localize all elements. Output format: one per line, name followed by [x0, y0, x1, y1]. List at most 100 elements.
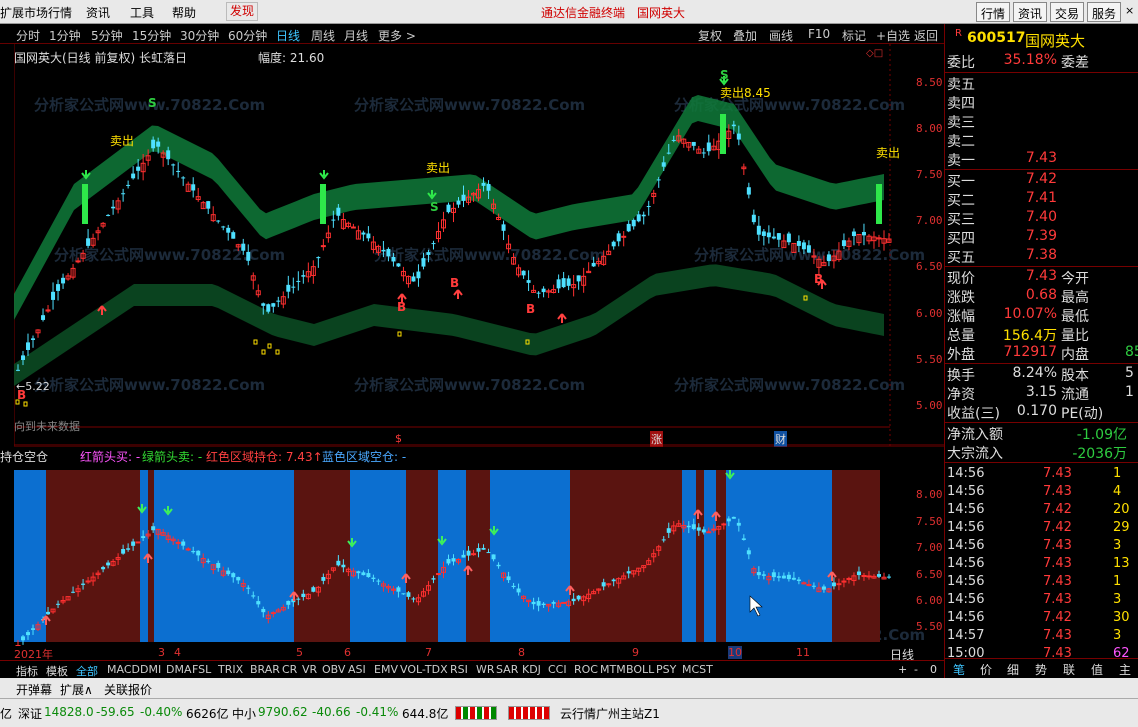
- menu-item-discover[interactable]: 发现: [226, 2, 259, 21]
- menu-item-ext-market[interactable]: 扩展市场行情: [0, 4, 72, 21]
- period-5min[interactable]: 5分钟: [91, 27, 123, 44]
- expand-button[interactable]: 扩展∧: [60, 681, 93, 698]
- zoom-in-button[interactable]: +: [898, 663, 907, 676]
- ask-row[interactable]: 卖三: [947, 112, 1137, 131]
- related-quote-button[interactable]: 关联报价: [104, 681, 152, 698]
- flow-row: 大宗流入 -2036万: [947, 443, 1137, 462]
- tab-main[interactable]: 主: [1119, 661, 1131, 678]
- tab-value[interactable]: 值: [1091, 661, 1103, 678]
- menu-item-tools[interactable]: 工具: [130, 4, 154, 21]
- sub-candle-body: [856, 571, 861, 576]
- news-button[interactable]: 资讯: [1013, 2, 1048, 22]
- period-15min[interactable]: 15分钟: [132, 27, 171, 44]
- danmaku-button[interactable]: 开弹幕: [16, 681, 52, 698]
- event-marker-finance[interactable]: 财: [774, 431, 787, 447]
- adjust-button[interactable]: 复权: [698, 27, 722, 44]
- tab-trade-detail[interactable]: 笔: [953, 661, 965, 678]
- ask-row[interactable]: 卖一 7.43: [947, 150, 1137, 169]
- tab-kdj[interactable]: KDJ: [522, 663, 541, 676]
- tab-brar[interactable]: BRAR: [250, 663, 280, 676]
- tab-indicator[interactable]: 指标: [16, 663, 38, 679]
- tab-roc[interactable]: ROC: [574, 663, 598, 676]
- add-watchlist-button[interactable]: +自选: [876, 27, 910, 44]
- ask-row[interactable]: 卖二: [947, 131, 1137, 150]
- event-marker-limitup[interactable]: 涨: [650, 431, 663, 447]
- period-fenshi[interactable]: 分时: [16, 27, 40, 44]
- tab-trix[interactable]: TRIX: [218, 663, 243, 676]
- tab-cci[interactable]: CCI: [548, 663, 567, 676]
- sub-candle-body: [411, 598, 416, 600]
- position-indicator-chart[interactable]: 持仓空仓 红箭头买: - 绿箭头卖: - 红色区域持仓: 7.43↑ 蓝色区域空…: [0, 446, 944, 646]
- stat-value: 156.4万: [1002, 328, 1057, 344]
- period-1min[interactable]: 1分钟: [49, 27, 81, 44]
- tab-boll[interactable]: BOLL: [626, 663, 654, 676]
- tab-related[interactable]: 联: [1063, 661, 1075, 678]
- zoom-reset-button[interactable]: 0: [930, 663, 937, 676]
- service-button[interactable]: 服务: [1087, 2, 1122, 22]
- period-weekly[interactable]: 周线: [311, 27, 335, 44]
- event-marker-dollar[interactable]: $: [395, 432, 402, 445]
- bid-row[interactable]: 买一 7.42: [947, 171, 1137, 190]
- menu-item-help[interactable]: 帮助: [172, 4, 196, 21]
- overlay-button[interactable]: 叠加: [733, 27, 757, 44]
- menu-item-news[interactable]: 资讯: [86, 4, 110, 21]
- tab-emv[interactable]: EMV: [374, 663, 398, 676]
- sub-candle-body: [511, 585, 516, 588]
- b-marker: B: [397, 300, 407, 314]
- bid-row[interactable]: 买二 7.41: [947, 190, 1137, 209]
- period-60min[interactable]: 60分钟: [228, 27, 267, 44]
- tab-wr[interactable]: WR: [476, 663, 495, 676]
- tab-trend[interactable]: 势: [1035, 661, 1047, 678]
- legend-blue-zone: 蓝色区域空仓: -: [322, 450, 407, 464]
- tab-dma[interactable]: DMA: [166, 663, 192, 676]
- tab-obv[interactable]: OBV: [322, 663, 345, 676]
- tab-fsl[interactable]: FSL: [192, 663, 211, 676]
- tick-list[interactable]: 14:56 7.43 1 14:56 7.43 4 14:56 7.42 20 14:56 7.42…: [945, 466, 1138, 666]
- f10-button[interactable]: F10: [808, 27, 830, 41]
- tab-psy[interactable]: PSY: [656, 663, 676, 676]
- tab-vr[interactable]: VR: [302, 663, 317, 676]
- close-icon[interactable]: ×: [1125, 4, 1134, 20]
- tab-cr[interactable]: CR: [282, 663, 297, 676]
- bid-row[interactable]: 买三 7.40: [947, 209, 1137, 228]
- server-station[interactable]: 云行情广州主站Z1: [560, 705, 660, 722]
- quote-button[interactable]: 行情: [976, 2, 1011, 22]
- sz-value: 14828.0: [44, 705, 94, 719]
- tab-macd[interactable]: MACD: [107, 663, 140, 676]
- tab-asi[interactable]: ASI: [348, 663, 366, 676]
- trade-button[interactable]: 交易: [1050, 2, 1085, 22]
- mark-button[interactable]: 标记: [842, 27, 866, 44]
- bid-row[interactable]: 买五 7.38: [947, 247, 1137, 266]
- sz-label[interactable]: 深证: [18, 705, 42, 722]
- tab-detail[interactable]: 细: [1007, 661, 1019, 678]
- tab-sar[interactable]: SAR: [496, 663, 518, 676]
- draw-button[interactable]: 画线: [769, 27, 793, 44]
- candle-body: [206, 201, 211, 209]
- period-30min[interactable]: 30分钟: [180, 27, 219, 44]
- zoom-out-button[interactable]: -: [914, 663, 918, 676]
- period-more[interactable]: 更多 >: [378, 27, 416, 44]
- sub-candle-body: [251, 595, 256, 597]
- ask-row[interactable]: 卖四: [947, 93, 1137, 112]
- tab-mcst[interactable]: MCST: [682, 663, 713, 676]
- sub-candle-body: [696, 527, 701, 531]
- tab-dmi[interactable]: DMI: [140, 663, 161, 676]
- signal-bar: [82, 184, 88, 224]
- stat-row: 涨跌 0.68 最高: [947, 287, 1137, 306]
- tab-all[interactable]: 全部: [76, 663, 98, 679]
- tab-price[interactable]: 价: [980, 661, 992, 678]
- tab-template[interactable]: 模板: [46, 663, 68, 679]
- tab-rsi[interactable]: RSI: [450, 663, 468, 676]
- bid-row[interactable]: 买四 7.39: [947, 228, 1137, 247]
- date-label: 6: [344, 646, 351, 659]
- period-daily[interactable]: 日线: [276, 27, 300, 44]
- tab-vol-tdx[interactable]: VOL-TDX: [400, 663, 448, 676]
- diamond-icon[interactable]: ◇□: [866, 48, 883, 59]
- ask-row[interactable]: 卖五: [947, 74, 1137, 93]
- zx-label[interactable]: 中小: [232, 705, 256, 722]
- tab-mtm[interactable]: MTM: [600, 663, 626, 676]
- back-button[interactable]: 返回: [914, 27, 938, 44]
- period-monthly[interactable]: 月线: [344, 27, 368, 44]
- stat-label2: 最高: [1061, 290, 1089, 306]
- main-kline-chart[interactable]: 国网英大(日线 前复权) 长虹落日 幅度: 21.60 ◇□ 8.50 8.00…: [14, 44, 944, 447]
